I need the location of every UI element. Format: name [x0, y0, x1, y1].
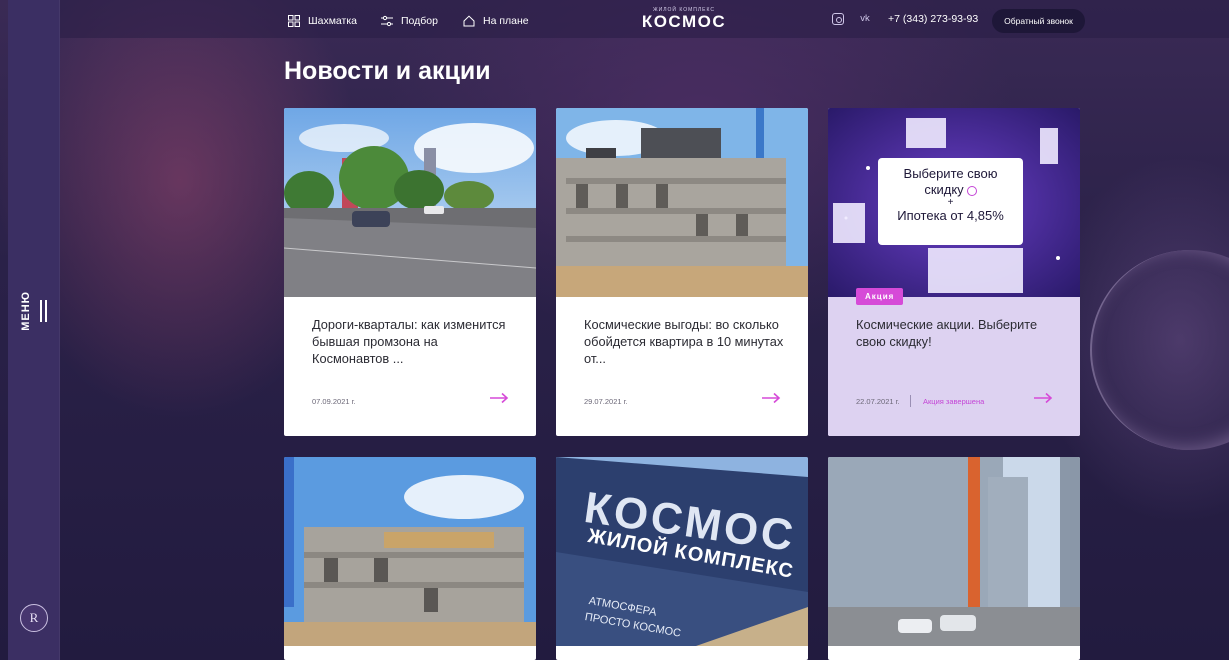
nav-on-plan[interactable]: На плане — [463, 13, 529, 29]
grid-icon — [288, 15, 300, 27]
promo-card-body: Космические акции. Выберите свою скидку!… — [828, 297, 1080, 436]
home-icon — [463, 15, 475, 27]
menu-toggle[interactable]: МЕНЮ — [8, 286, 60, 336]
developer-logo[interactable]: R — [20, 604, 48, 632]
menu-bars-icon — [40, 300, 48, 322]
tower-photo — [828, 457, 1080, 646]
news-card[interactable] — [284, 457, 536, 660]
promo-line-1: Выберите свою — [903, 166, 998, 181]
news-card-body: Дороги-кварталы: как изменится бывшая пр… — [284, 297, 536, 436]
developer-logo-letter: R — [29, 610, 39, 625]
promo-offer-panel: Выберите свою скидку + Ипотека от 4,85% — [878, 158, 1023, 245]
nav-on-plan-label: На плане — [483, 15, 529, 27]
construction-photo — [556, 108, 808, 297]
brand-logo[interactable]: ЖИЛОЙ КОМПЛЕКС КОСМОС — [636, 7, 732, 33]
promo-badge: Акция — [856, 288, 904, 305]
divider — [910, 395, 911, 407]
news-card[interactable]: Космические выгоды: во сколько обойдется… — [556, 108, 808, 436]
news-card-date: 07.09.2021 г. — [312, 397, 356, 406]
promo-line-3: Ипотека от 4,85% — [897, 208, 1004, 223]
promo-card[interactable]: Выберите свою скидку + Ипотека от 4,85% … — [828, 108, 1080, 436]
news-card[interactable]: Дороги-кварталы: как изменится бывшая пр… — [284, 108, 536, 436]
construction-photo — [284, 457, 536, 646]
brand-name: КОСМОС — [641, 12, 727, 31]
kosmos-sign-photo: КОСМОС ЖИЛОЙ КОМПЛЕКС АТМОСФЕРА ПРОСТО К… — [556, 457, 808, 646]
nav-selection-label: Подбор — [401, 15, 438, 27]
promo-line-2: скидку — [878, 182, 1023, 198]
nav-chessboard[interactable]: Шахматка — [288, 13, 357, 29]
news-card-body: Космические выгоды: во сколько обойдется… — [556, 297, 808, 436]
filter-icon — [381, 15, 393, 27]
nav-selection[interactable]: Подбор — [381, 13, 438, 29]
menu-label: МЕНЮ — [20, 291, 32, 331]
road-photo — [284, 108, 536, 297]
news-card-date: 29.07.2021 г. — [584, 397, 628, 406]
promo-card-date: 22.07.2021 г. — [856, 397, 900, 406]
promo-card-title[interactable]: Космические акции. Выберите свою скидку! — [856, 316, 1056, 350]
arrow-right-icon[interactable] — [761, 392, 781, 404]
arrow-right-icon[interactable] — [1033, 392, 1053, 404]
news-card[interactable]: КОСМОС ЖИЛОЙ КОМПЛЕКС АТМОСФЕРА ПРОСТО К… — [556, 457, 808, 660]
news-card-title[interactable]: Космические выгоды: во сколько обойдется… — [584, 316, 784, 367]
promo-status: Акция завершена — [923, 397, 985, 406]
vk-icon[interactable]: vk — [858, 13, 872, 25]
nav-chessboard-label: Шахматка — [308, 15, 358, 27]
callback-button[interactable]: Обратный звонок — [992, 9, 1085, 33]
arrow-right-icon[interactable] — [489, 392, 509, 404]
instagram-icon[interactable] — [832, 13, 844, 25]
page-title: Новости и акции — [284, 57, 491, 85]
news-card[interactable] — [828, 457, 1080, 660]
promo-plus: + — [947, 197, 954, 208]
promo-banner: Выберите свою скидку + Ипотека от 4,85% — [828, 108, 1080, 297]
promo-line-2-text: скидку — [924, 182, 964, 197]
news-card-title[interactable]: Дороги-кварталы: как изменится бывшая пр… — [312, 316, 512, 367]
percent-icon — [966, 185, 977, 196]
phone-link[interactable]: +7 (343) 273-93-93 — [888, 13, 978, 25]
